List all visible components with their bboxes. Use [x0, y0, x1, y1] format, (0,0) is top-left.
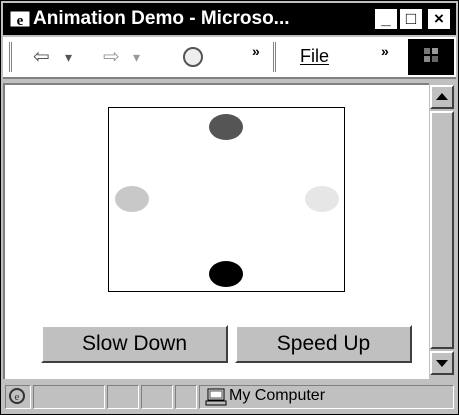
status-zone-label: My Computer	[229, 387, 326, 404]
slow-down-button[interactable]: Slow Down	[41, 325, 228, 363]
svg-text:e: e	[17, 13, 24, 29]
scroll-up-button[interactable]	[430, 85, 454, 109]
speed-up-button[interactable]: Speed Up	[235, 325, 412, 363]
toolbar-more-chevron-icon[interactable]: »	[252, 43, 260, 59]
status-page-icon-cell: e	[5, 385, 31, 409]
scroll-thumb[interactable]	[430, 111, 454, 349]
my-computer-icon	[205, 388, 227, 406]
scroll-down-button[interactable]	[430, 351, 454, 375]
page-content: Slow Down Speed Up	[3, 83, 429, 379]
ie-page-icon: e	[9, 388, 25, 404]
maximize-button[interactable]: □	[399, 8, 423, 30]
toolbar-grip[interactable]	[9, 42, 12, 72]
arrow-down-icon	[436, 360, 448, 367]
dot-right	[305, 186, 339, 212]
dot-left	[115, 186, 149, 212]
title-bar: e Animation Demo - Microso... _ □ ×	[3, 3, 456, 35]
internet-explorer-icon: e	[9, 10, 31, 29]
close-button[interactable]: ×	[427, 8, 451, 30]
status-cell-3	[141, 385, 173, 409]
menu-more-chevron-icon[interactable]: »	[381, 43, 389, 59]
minimize-button[interactable]: _	[374, 8, 398, 30]
browser-window: e Animation Demo - Microso... _ □ × ⇦ ▾ …	[0, 0, 459, 415]
dot-bottom	[209, 261, 243, 287]
file-menu[interactable]: File	[300, 46, 329, 67]
arrow-up-icon	[436, 93, 448, 100]
status-cell-2	[107, 385, 139, 409]
vertical-scrollbar[interactable]	[429, 83, 455, 379]
menu-grip[interactable]	[273, 42, 276, 72]
status-progress-cell	[33, 385, 105, 409]
dot-top	[209, 114, 243, 140]
back-dropdown-icon[interactable]: ▾	[65, 45, 72, 69]
windows-flag-icon	[424, 48, 438, 62]
back-icon[interactable]: ⇦	[33, 45, 50, 69]
stop-icon[interactable]	[183, 47, 203, 67]
status-bar: e My Computer	[3, 382, 456, 412]
animation-stage	[108, 107, 345, 292]
status-cell-4	[175, 385, 197, 409]
forward-dropdown-icon[interactable]: ▾	[133, 45, 140, 69]
windows-logo-icon	[408, 39, 454, 75]
window-title: Animation Demo - Microso...	[33, 8, 290, 29]
svg-text:e: e	[15, 391, 20, 403]
navigation-toolbar: ⇦ ▾ ⇨ ▾ » File »	[3, 37, 456, 79]
forward-icon[interactable]: ⇨	[103, 45, 120, 69]
